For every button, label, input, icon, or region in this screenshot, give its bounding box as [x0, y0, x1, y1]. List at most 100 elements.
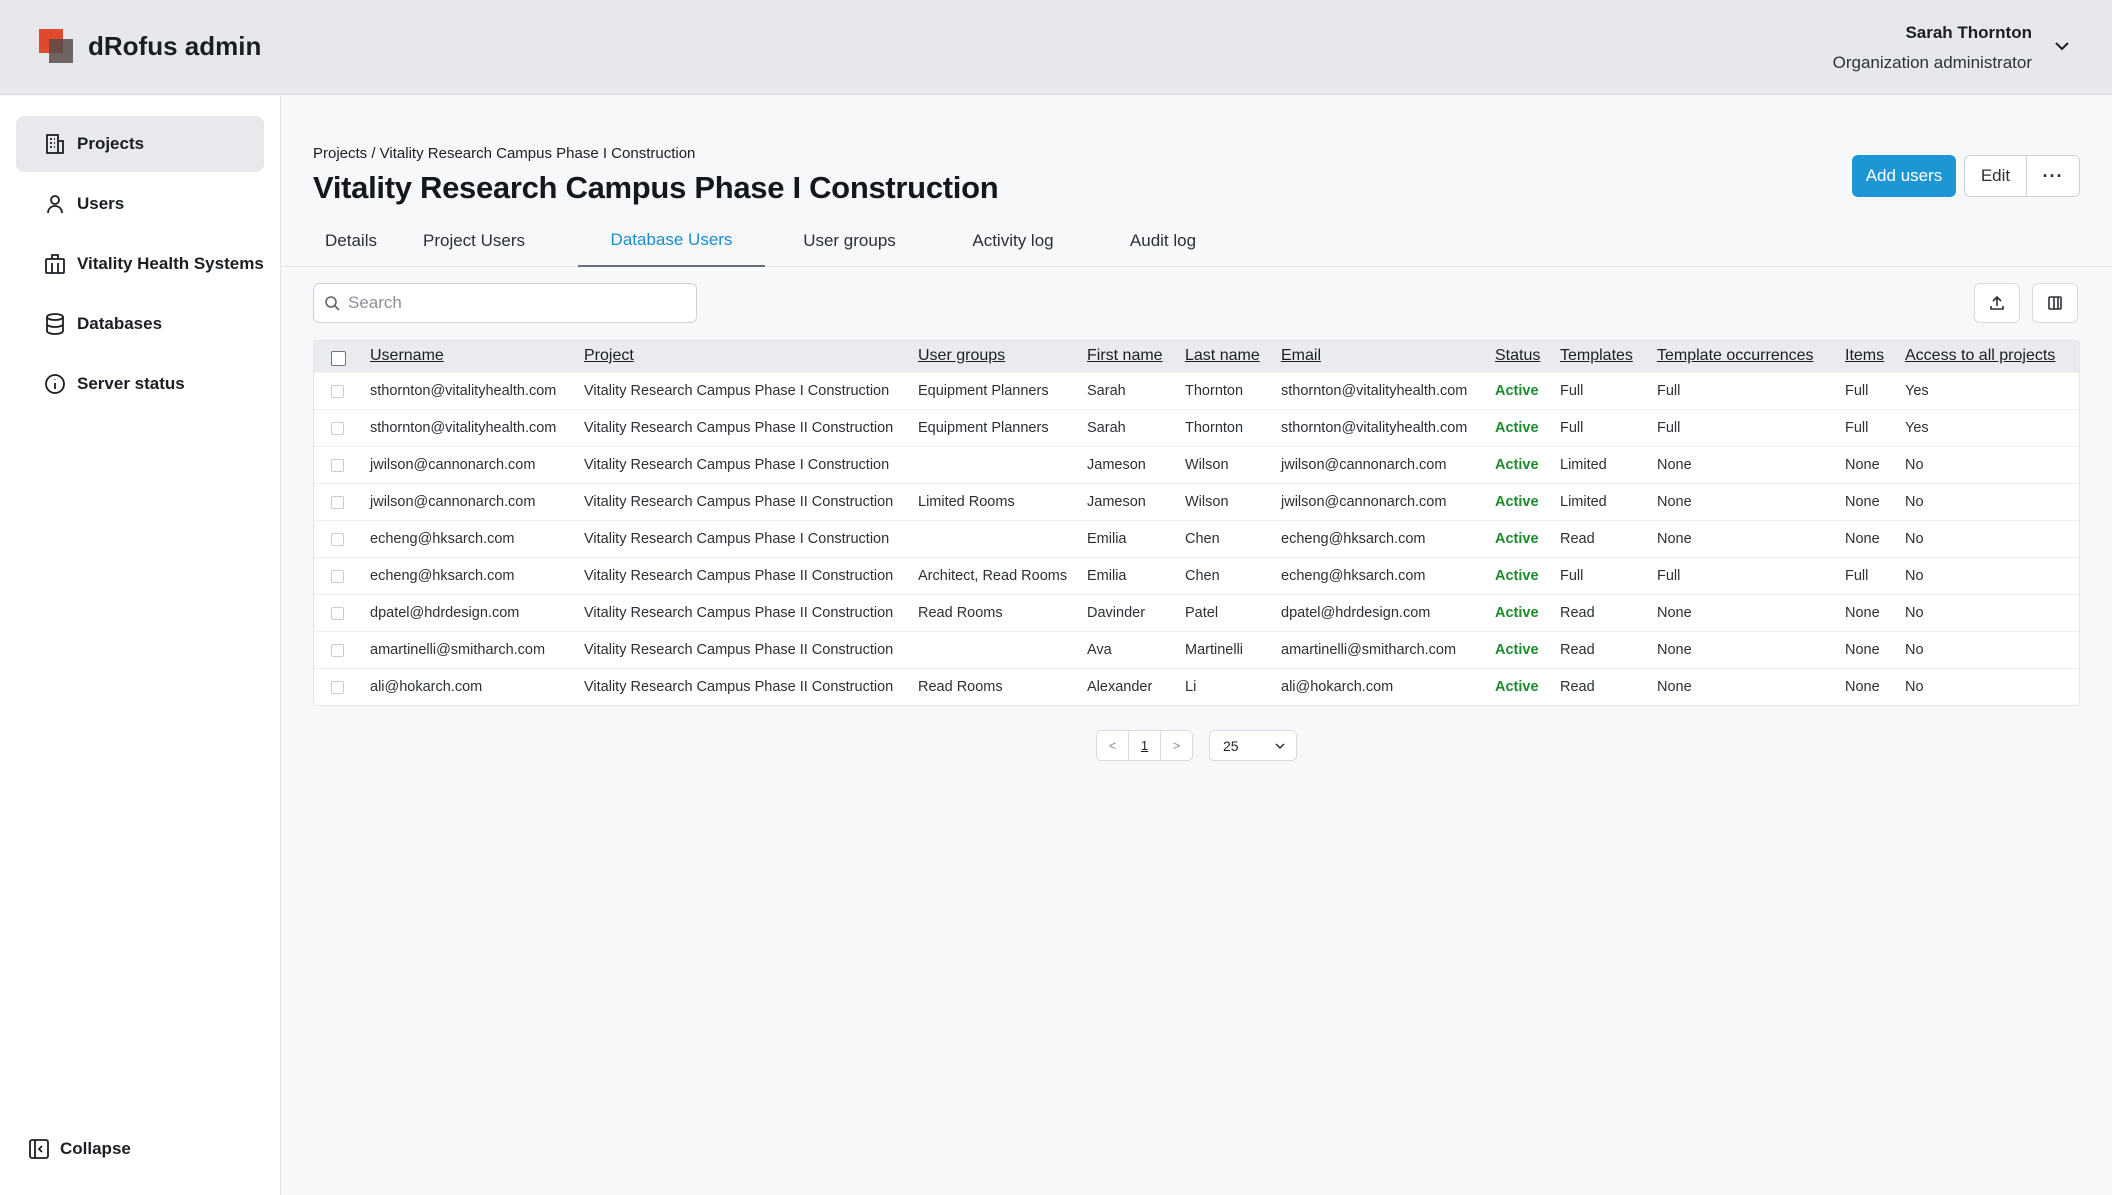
first-name-cell: Sarah	[1087, 420, 1126, 436]
search-icon	[325, 296, 340, 311]
first-name-cell: Ava	[1087, 642, 1112, 658]
row-checkbox[interactable]	[331, 644, 344, 657]
template-occurrences-cell: None	[1657, 642, 1692, 658]
tab-project-users[interactable]: Project Users	[411, 214, 537, 267]
page-title: Vitality Research Campus Phase I Constru…	[313, 170, 999, 205]
row-checkbox[interactable]	[331, 422, 344, 435]
sidebar-item-projects[interactable]: Projects	[16, 116, 264, 172]
status-cell: Active	[1495, 383, 1539, 399]
column-header[interactable]: Project	[584, 347, 634, 365]
status-cell: Active	[1495, 494, 1539, 510]
row-checkbox[interactable]	[331, 570, 344, 583]
template-occurrences-cell: None	[1657, 457, 1692, 473]
row-checkbox[interactable]	[331, 459, 344, 472]
email-cell: sthornton@vitalityhealth.com	[1281, 383, 1468, 399]
row-checkbox[interactable]	[331, 533, 344, 546]
tab-details[interactable]: Details	[313, 214, 389, 267]
tab-user-groups[interactable]: User groups	[796, 214, 903, 267]
sidebar-item-label: Server status	[77, 374, 185, 393]
column-header[interactable]: User groups	[918, 347, 1005, 365]
page-size-value: 25	[1223, 737, 1239, 754]
column-header[interactable]: Last name	[1185, 347, 1260, 365]
template-occurrences-cell: None	[1657, 679, 1692, 695]
column-header[interactable]: Username	[370, 347, 444, 365]
export-button[interactable]	[1974, 283, 2020, 323]
table-row[interactable]: echeng@hksarch.com Vitality Research Camp…	[314, 557, 2079, 594]
column-header[interactable]: Items	[1845, 347, 1884, 365]
username-cell: jwilson@cannonarch.com	[370, 457, 536, 473]
table-row[interactable]: ali@hokarch.com Vitality Research Campus …	[314, 668, 2079, 705]
tab-activity-log[interactable]: Activity log	[965, 214, 1061, 267]
next-page-button[interactable]: >	[1161, 731, 1192, 760]
project-cell: Vitality Research Campus Phase II Constr…	[584, 568, 894, 584]
status-cell: Active	[1495, 568, 1539, 584]
column-header[interactable]: First name	[1087, 347, 1163, 365]
access-all-projects-cell: No	[1905, 642, 1924, 658]
chevron-down-icon[interactable]	[2052, 36, 2072, 56]
last-name-cell: Thornton	[1185, 383, 1244, 399]
select-all-checkbox[interactable]	[331, 351, 346, 366]
status-cell: Active	[1495, 642, 1539, 658]
drofus-logo-icon	[39, 29, 73, 63]
breadcrumb[interactable]: Projects / Vitality Research Campus Phas…	[313, 145, 695, 162]
items-cell: None	[1845, 679, 1880, 695]
table-row[interactable]: sthornton@vitalityhealth.com Vitality Res…	[314, 409, 2079, 446]
user-icon	[47, 195, 63, 214]
access-all-projects-cell: No	[1905, 494, 1924, 510]
app-title: dRofus admin	[88, 31, 262, 61]
search-input[interactable]	[348, 293, 678, 313]
template-occurrences-cell: None	[1657, 494, 1692, 510]
table-body: sthornton@vitalityhealth.com Vitality Res…	[314, 372, 2079, 705]
search-box	[313, 283, 697, 323]
column-header[interactable]: Templates	[1560, 347, 1633, 365]
username-cell: ali@hokarch.com	[370, 679, 483, 695]
sidebar-item-databases[interactable]: Databases	[16, 296, 264, 352]
page-number-button[interactable]: 1	[1128, 731, 1161, 760]
access-all-projects-cell: Yes	[1905, 383, 1929, 399]
edit-button[interactable]: Edit	[1965, 156, 2027, 196]
chevron-down-icon	[1275, 743, 1285, 750]
row-checkbox[interactable]	[331, 681, 344, 694]
table-row[interactable]: sthornton@vitalityhealth.com Vitality Res…	[314, 372, 2079, 409]
row-checkbox[interactable]	[331, 607, 344, 620]
row-checkbox[interactable]	[331, 496, 344, 509]
username-cell: sthornton@vitalityhealth.com	[370, 383, 557, 399]
username-cell: jwilson@cannonarch.com	[370, 494, 536, 510]
column-header[interactable]: Status	[1495, 347, 1540, 365]
more-options-button[interactable]: ···	[2027, 156, 2079, 196]
items-cell: None	[1845, 642, 1880, 658]
user-groups-cell: Read Rooms	[918, 605, 1003, 621]
collapse-button[interactable]: Collapse	[28, 1138, 131, 1160]
user-groups-cell: Architect, Read Rooms	[918, 568, 1068, 584]
table-row[interactable]: dpatel@hdrdesign.com Vitality Research Ca…	[314, 594, 2079, 631]
row-checkbox[interactable]	[331, 385, 344, 398]
previous-page-button[interactable]: <	[1097, 731, 1128, 760]
template-occurrences-cell: Full	[1657, 568, 1681, 584]
tab-audit-log[interactable]: Audit log	[1123, 214, 1203, 267]
pagination: < 1 >	[1096, 730, 1193, 761]
table-row[interactable]: jwilson@cannonarch.com Vitality Research …	[314, 446, 2079, 483]
edit-button-group: Edit ···	[1964, 155, 2080, 197]
column-header[interactable]: Email	[1281, 347, 1321, 365]
username-cell: dpatel@hdrdesign.com	[370, 605, 520, 621]
page-size-select[interactable]: 25	[1209, 730, 1297, 761]
collapse-icon	[29, 1139, 49, 1159]
project-cell: Vitality Research Campus Phase I Constru…	[584, 531, 890, 547]
first-name-cell: Emilia	[1087, 568, 1127, 584]
table-row[interactable]: echeng@hksarch.com Vitality Research Camp…	[314, 520, 2079, 557]
template-occurrences-cell: None	[1657, 531, 1692, 547]
tab-database-users[interactable]: Database Users	[578, 214, 765, 267]
first-name-cell: Jameson	[1087, 494, 1146, 510]
user-menu[interactable]: Sarah Thornton Organization administrato…	[1833, 23, 2032, 73]
column-header[interactable]: Template occurrences	[1657, 347, 1814, 365]
columns-button[interactable]	[2032, 283, 2078, 323]
sidebar-item-users[interactable]: Users	[16, 176, 264, 232]
table-row[interactable]: amartinelli@smitharch.com Vitality Resear…	[314, 631, 2079, 668]
sidebar-item-server-status[interactable]: Server status	[16, 356, 264, 412]
table-row[interactable]: jwilson@cannonarch.com Vitality Research …	[314, 483, 2079, 520]
sidebar-item-organization[interactable]: Vitality Health Systems	[16, 236, 264, 292]
templates-cell: Read	[1560, 642, 1595, 658]
column-header[interactable]: Access to all projects	[1905, 347, 2055, 365]
username-cell: sthornton@vitalityhealth.com	[370, 420, 557, 436]
add-users-button[interactable]: Add users	[1852, 155, 1956, 197]
